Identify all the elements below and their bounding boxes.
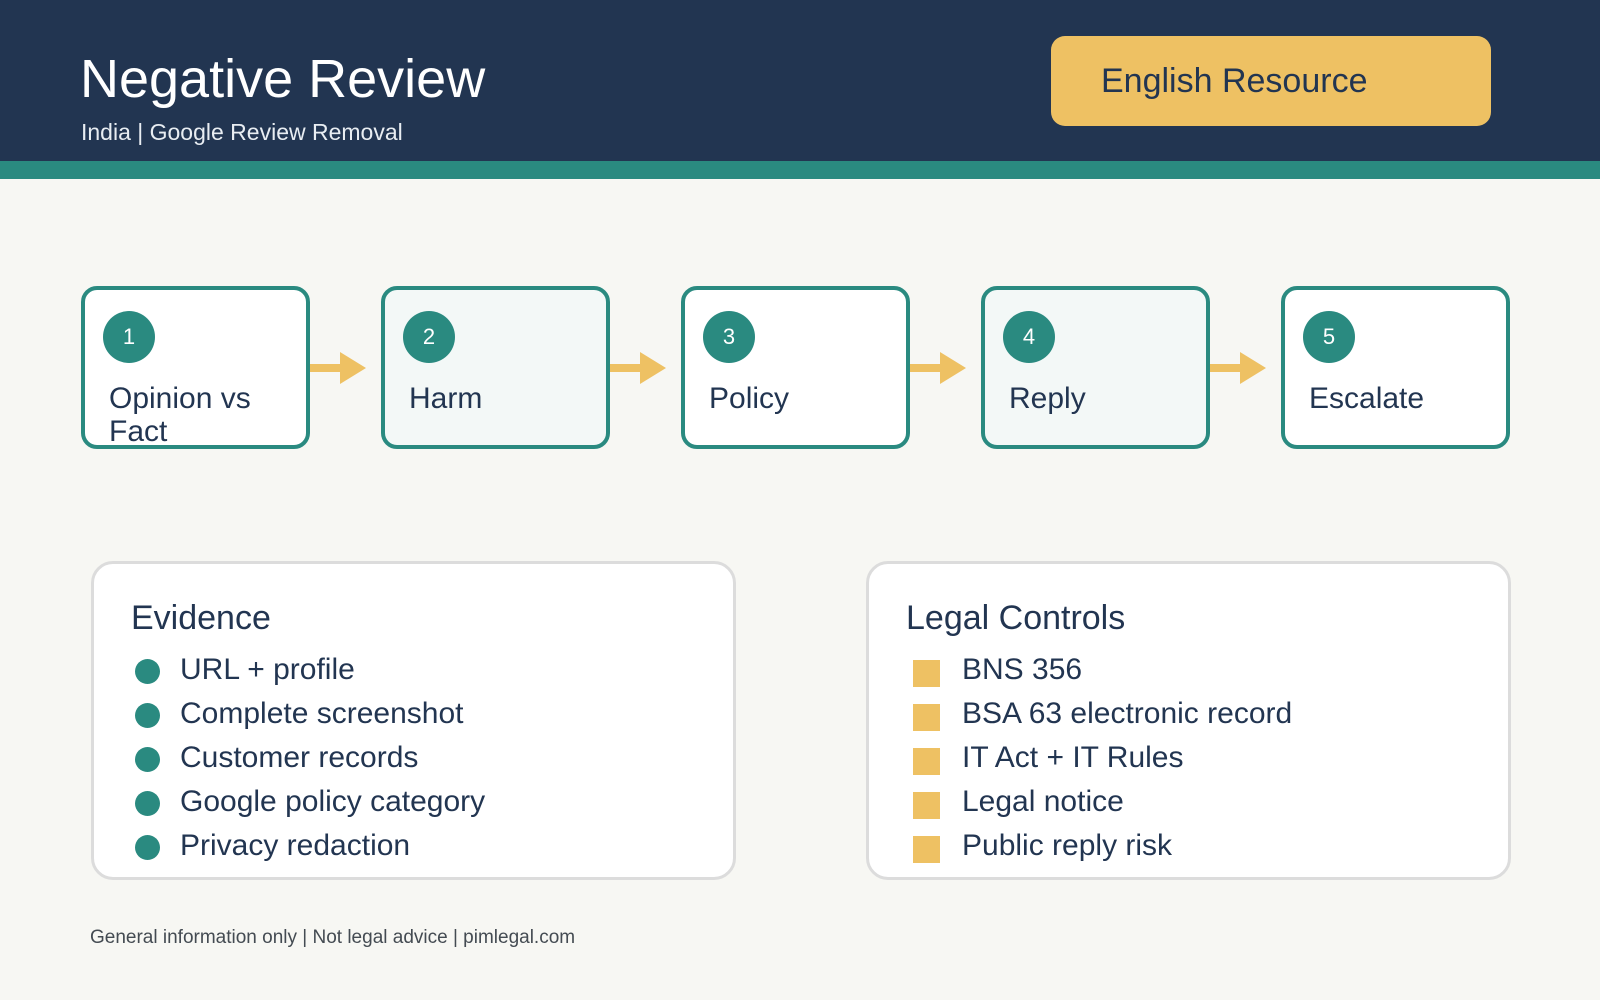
bullet-square-icon (913, 660, 940, 687)
evidence-item: Privacy redaction (180, 829, 411, 862)
evidence-item: Google policy category (180, 785, 486, 818)
language-badge-label: English Resource (1101, 62, 1368, 100)
bullet-dot-icon (135, 791, 160, 816)
step-number-badge: 2 (403, 311, 455, 363)
legal-controls-title: Legal Controls (906, 599, 1126, 637)
step-number-badge: 3 (703, 311, 755, 363)
list-item: IT Act + IT Rules (869, 738, 1489, 778)
step-label: Escalate (1309, 382, 1425, 415)
bullet-dot-icon (135, 747, 160, 772)
bullet-dot-icon (135, 659, 160, 684)
legal-control-item: Public reply risk (962, 829, 1173, 862)
bullet-square-icon (913, 792, 940, 819)
legal-control-item: BNS 356 (962, 653, 1083, 686)
list-item: Public reply risk (869, 826, 1489, 866)
list-item: URL + profile (94, 650, 714, 690)
footer-disclaimer: General information only | Not legal adv… (90, 927, 576, 948)
step-label: Harm (409, 382, 483, 415)
step-card-2: 2 Harm (381, 286, 610, 449)
step-label: Policy (709, 382, 790, 415)
bullet-dot-icon (135, 703, 160, 728)
evidence-card: Evidence URL + profile Complete screensh… (91, 561, 736, 880)
list-item: Google policy category (94, 782, 714, 822)
evidence-title: Evidence (131, 599, 271, 637)
page-title: Negative Review (80, 49, 486, 109)
header-bar: Negative Review India | Google Review Re… (0, 0, 1600, 161)
legal-control-item: IT Act + IT Rules (962, 741, 1184, 774)
step-number-badge: 4 (1003, 311, 1055, 363)
step-card-3: 3 Policy (681, 286, 910, 449)
step-card-4: 4 Reply (981, 286, 1210, 449)
list-item: BNS 356 (869, 650, 1489, 690)
step-number-badge: 1 (103, 311, 155, 363)
page-subtitle: India | Google Review Removal (81, 119, 403, 145)
list-item: Customer records (94, 738, 714, 778)
arrow-right-icon (910, 352, 966, 384)
list-item: Legal notice (869, 782, 1489, 822)
bullet-square-icon (913, 748, 940, 775)
step-label: Reply (1009, 382, 1086, 415)
list-item: BSA 63 electronic record (869, 694, 1489, 734)
arrow-right-icon (1210, 352, 1266, 384)
step-label: Opinion vs Fact (109, 382, 251, 448)
arrow-right-icon (310, 352, 366, 384)
step-card-5: 5 Escalate (1281, 286, 1510, 449)
legal-control-item: BSA 63 electronic record (962, 697, 1293, 730)
arrow-right-icon (610, 352, 666, 384)
step-card-1: 1 Opinion vs Fact (81, 286, 310, 449)
step-number-badge: 5 (1303, 311, 1355, 363)
bullet-square-icon (913, 704, 940, 731)
evidence-item: URL + profile (180, 653, 355, 686)
legal-controls-card: Legal Controls BNS 356 BSA 63 electronic… (866, 561, 1511, 880)
evidence-item: Customer records (180, 741, 419, 774)
list-item: Complete screenshot (94, 694, 714, 734)
legal-control-item: Legal notice (962, 785, 1124, 818)
evidence-item: Complete screenshot (180, 697, 464, 730)
bullet-square-icon (913, 836, 940, 863)
language-badge: English Resource (1051, 36, 1491, 126)
header-accent-stripe (0, 161, 1600, 179)
bullet-dot-icon (135, 835, 160, 860)
list-item: Privacy redaction (94, 826, 714, 866)
